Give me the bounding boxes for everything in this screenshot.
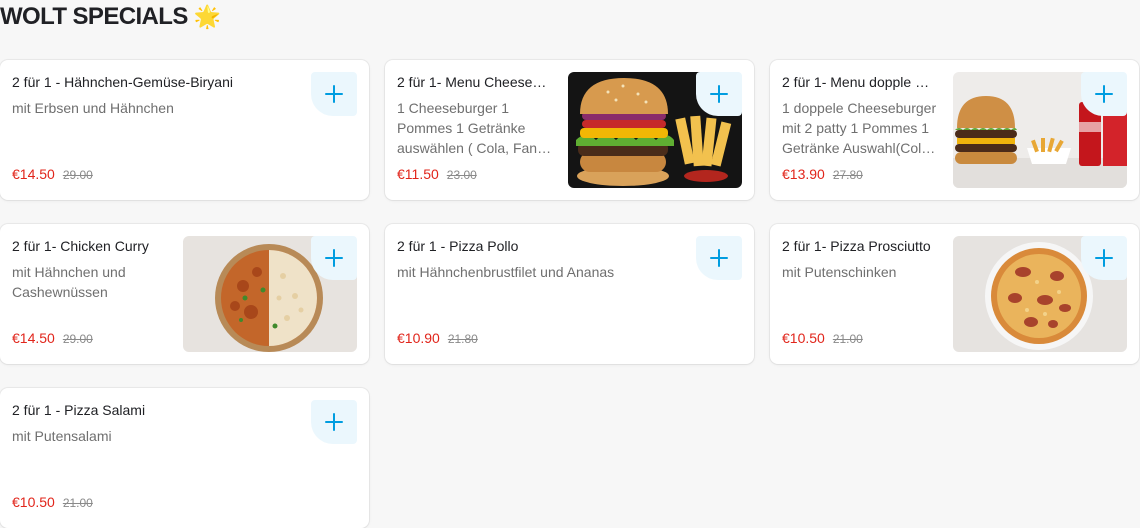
- section-title: WOLT SPECIALS 🌟: [0, 2, 221, 32]
- plus-icon: [325, 413, 343, 431]
- menu-item-price: €11.50: [397, 166, 439, 182]
- menu-item-title: 2 für 1- Menu Cheeseburger: [397, 74, 554, 90]
- menu-item-title: 2 für 1 - Pizza Pollo: [397, 238, 519, 254]
- menu-item-old-price: 27.80: [832, 168, 863, 182]
- menu-item-price: €14.50: [12, 166, 55, 182]
- star-emoji-icon: 🌟: [193, 4, 221, 29]
- menu-item-description: mit Putenschinken: [782, 264, 897, 280]
- menu-item-card[interactable]: 2 für 1- Menu Cheeseburger 1 Cheeseburge…: [385, 60, 754, 200]
- menu-item-description: mit Hähnchenbrustfilet und Ananas: [397, 264, 615, 280]
- menu-item-card[interactable]: 2 für 1 - Pizza Pollo mit Hähnchenbrustf…: [385, 224, 754, 364]
- plus-icon: [1095, 249, 1113, 267]
- menu-item-old-price: 21.80: [447, 332, 478, 346]
- menu-item-card[interactable]: 2 für 1 - Pizza Salami mit Putensalami €…: [0, 388, 369, 528]
- menu-item-price: €10.50: [782, 330, 825, 346]
- menu-item-prices: €14.50 29.00: [12, 166, 93, 182]
- menu-item-prices: €10.50 21.00: [782, 330, 863, 346]
- menu-item-card[interactable]: 2 für 1 - Hähnchen-Gemüse-Biryani mit Er…: [0, 60, 369, 200]
- add-to-cart-button[interactable]: [311, 236, 357, 280]
- wolt-specials-page: WOLT SPECIALS 🌟 2 für 1 - Hähnchen-Gemüs…: [0, 0, 1140, 528]
- menu-item-prices: €11.50 23.00: [397, 166, 477, 182]
- menu-item-price: €10.50: [12, 494, 55, 510]
- add-to-cart-button[interactable]: [1081, 236, 1127, 280]
- plus-icon: [325, 249, 343, 267]
- menu-item-prices: €13.90 27.80: [782, 166, 863, 182]
- menu-item-prices: €10.50 21.00: [12, 494, 93, 510]
- menu-item-description: 1 doppele Cheeseburger mit 2 patty 1 Pom…: [782, 100, 937, 156]
- menu-item-old-price: 21.00: [832, 332, 863, 346]
- menu-item-title: 2 für 1- Pizza Prosciutto: [782, 238, 931, 254]
- menu-item-price: €14.50: [12, 330, 55, 346]
- menu-item-old-price: 29.00: [62, 168, 93, 182]
- menu-item-old-price: 21.00: [62, 496, 93, 510]
- menu-item-description: mit Hähnchen und Cashewnüssen: [12, 264, 126, 300]
- menu-item-price: €13.90: [782, 166, 825, 182]
- add-to-cart-button[interactable]: [311, 72, 357, 116]
- menu-item-card[interactable]: 2 für 1- Pizza Prosciutto mit Putenschin…: [770, 224, 1139, 364]
- menu-item-title: 2 für 1 - Pizza Salami: [12, 402, 146, 418]
- menu-item-prices: €14.50 29.00: [12, 330, 93, 346]
- add-to-cart-button[interactable]: [696, 236, 742, 280]
- menu-item-card[interactable]: 2 für 1- Menu dopple Cheeseburger 1 dopp…: [770, 60, 1139, 200]
- menu-item-title: 2 für 1- Menu dopple Cheeseburger: [782, 74, 939, 90]
- menu-item-description: mit Putensalami: [12, 428, 112, 444]
- menu-item-old-price: 23.00: [446, 168, 477, 182]
- add-to-cart-button[interactable]: [311, 400, 357, 444]
- plus-icon: [325, 85, 343, 103]
- menu-item-description: 1 Cheeseburger 1 Pommes 1 Getränke auswä…: [397, 100, 553, 156]
- menu-item-grid: 2 für 1 - Hähnchen-Gemüse-Biryani mit Er…: [0, 60, 1139, 528]
- menu-item-price: €10.90: [397, 330, 440, 346]
- section-title-text: WOLT SPECIALS: [0, 3, 188, 30]
- add-to-cart-button[interactable]: [696, 72, 742, 116]
- menu-item-card[interactable]: 2 für 1- Chicken Curry mit Hähnchen und …: [0, 224, 369, 364]
- menu-item-title: 2 für 1 - Hähnchen-Gemüse-Biryani: [12, 74, 233, 90]
- add-to-cart-button[interactable]: [1081, 72, 1127, 116]
- plus-icon: [1095, 85, 1113, 103]
- menu-item-description: mit Erbsen und Hähnchen: [12, 100, 174, 116]
- plus-icon: [710, 85, 728, 103]
- menu-item-old-price: 29.00: [62, 332, 93, 346]
- menu-item-title: 2 für 1- Chicken Curry: [12, 238, 149, 254]
- plus-icon: [710, 249, 728, 267]
- menu-item-prices: €10.90 21.80: [397, 330, 478, 346]
